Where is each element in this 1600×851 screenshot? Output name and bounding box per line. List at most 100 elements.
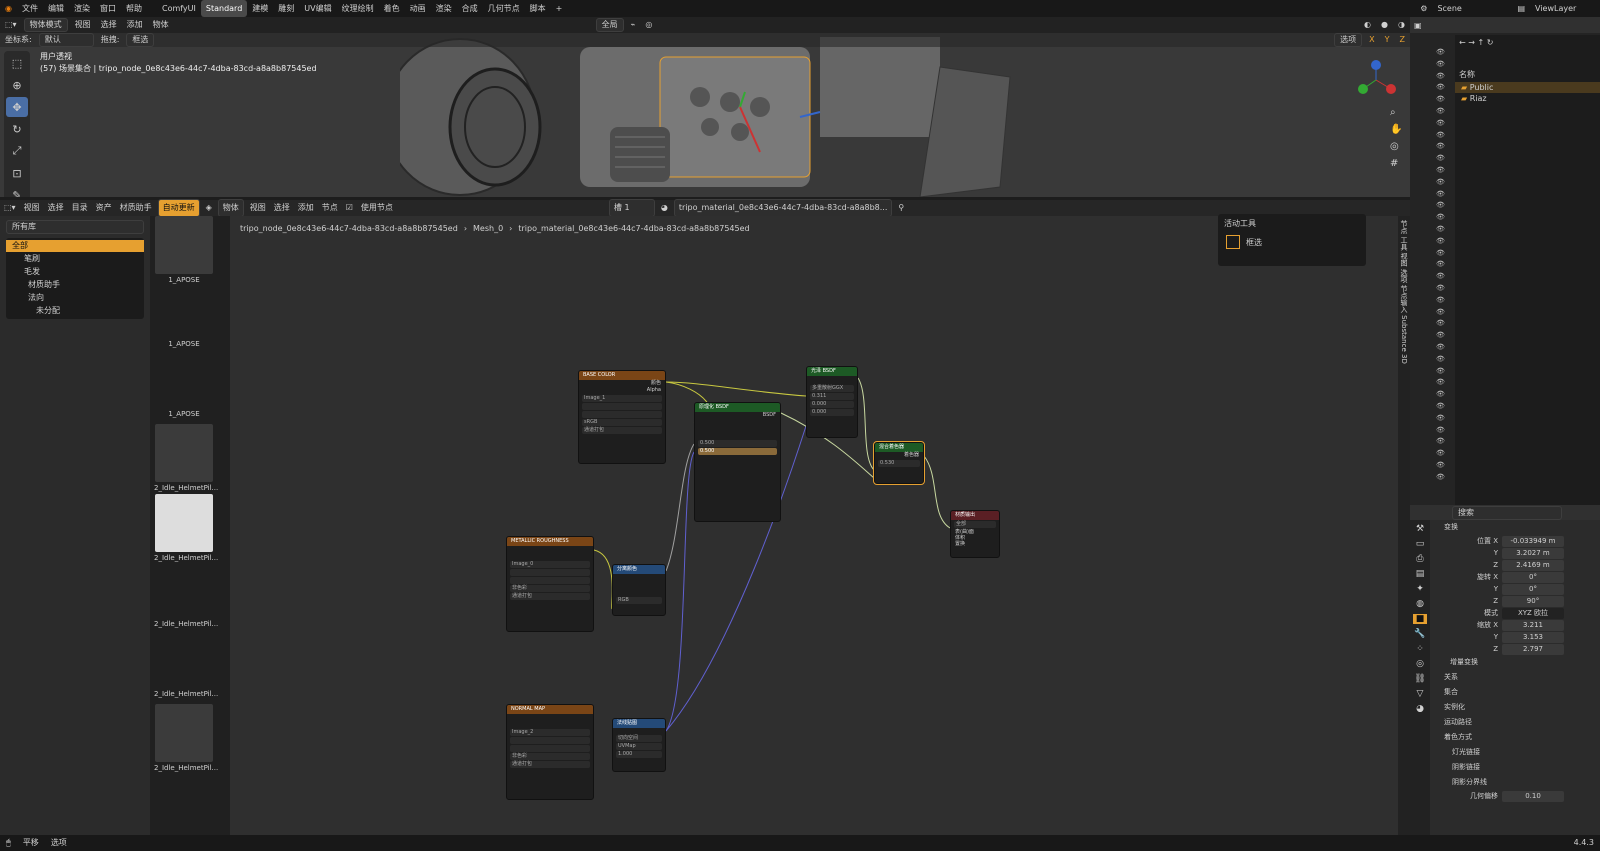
image-field[interactable]: Image_1 bbox=[582, 395, 662, 402]
asset-thumb[interactable]: 2_Idle_HelmetPil... bbox=[154, 620, 218, 628]
proportional-edit-icon[interactable]: ◎ bbox=[640, 18, 657, 32]
projection-field[interactable] bbox=[582, 411, 662, 418]
scale-y[interactable]: 3.153 bbox=[1502, 631, 1564, 643]
tab-rendering[interactable]: 渲染 bbox=[431, 0, 457, 17]
tab-texture-paint[interactable]: 纹理绘制 bbox=[337, 0, 379, 17]
tab-view[interactable]: 视图 bbox=[1400, 252, 1408, 266]
shading-material-icon[interactable]: ◑ bbox=[1393, 18, 1410, 32]
properties-search[interactable]: 搜索 bbox=[1452, 505, 1562, 520]
library-select[interactable]: 所有库 bbox=[6, 220, 144, 234]
value-field[interactable]: 0.311 bbox=[810, 393, 854, 400]
tab-compositing[interactable]: 合成 bbox=[457, 0, 483, 17]
strength-field[interactable]: 1.000 bbox=[616, 751, 662, 758]
tab-shading[interactable]: 着色 bbox=[379, 0, 405, 17]
section-shadow-terminator[interactable]: 阴影分界线 bbox=[1432, 775, 1600, 790]
distribution-field[interactable]: 多重散射GGX bbox=[810, 385, 854, 392]
object-select[interactable]: 物体 bbox=[217, 199, 244, 217]
catalog-item[interactable]: 未分配 bbox=[6, 304, 144, 317]
catalog-item[interactable]: 毛发 bbox=[6, 265, 144, 278]
asset-thumb[interactable]: 2_Idle_HelmetPil... bbox=[154, 690, 218, 698]
section-light-linking[interactable]: 灯光链接 bbox=[1432, 745, 1600, 760]
node-base-color[interactable]: BASE COLOR 颜色 Alpha Image_1 sRGB 通道打包 bbox=[578, 370, 666, 464]
space-field[interactable]: 切向空间 bbox=[616, 735, 662, 742]
asset-thumb[interactable]: 2_Idle_HelmetPil... bbox=[154, 494, 218, 562]
rotation-z[interactable]: 90° bbox=[1502, 595, 1564, 607]
active-tool-title[interactable]: 活动工具 bbox=[1218, 214, 1366, 233]
value-field[interactable]: 0.000 bbox=[810, 409, 854, 416]
tab-tool[interactable]: 工具 bbox=[1400, 236, 1408, 250]
tab-modeling[interactable]: 建模 bbox=[247, 0, 273, 17]
scene-icon[interactable]: ⚙ bbox=[1415, 0, 1432, 17]
asset-thumb[interactable]: 2_Idle_HelmetPil... bbox=[154, 704, 218, 772]
constraints-tab-icon[interactable]: ⛓ bbox=[1414, 674, 1425, 684]
ne-menu-material-helper[interactable]: 材质助手 bbox=[116, 200, 156, 216]
ne-menu-catalog[interactable]: 目录 bbox=[68, 200, 92, 216]
vp-menu-select[interactable]: 选择 bbox=[96, 18, 122, 32]
shading-solid-icon[interactable]: ● bbox=[1376, 18, 1393, 32]
section-relations[interactable]: 关系 bbox=[1432, 670, 1600, 685]
color-space-field[interactable]: 非色彩 bbox=[510, 753, 590, 760]
location-z[interactable]: 2.4169 m bbox=[1502, 559, 1564, 571]
catalog-item[interactable]: 法向 bbox=[6, 291, 144, 304]
menu-edit[interactable]: 编辑 bbox=[43, 0, 69, 17]
section-instancing[interactable]: 实例化 bbox=[1432, 700, 1600, 715]
scene-name[interactable]: Scene bbox=[1432, 0, 1512, 17]
node-principled-bsdf[interactable]: 原理化 BSDF BSDF 0.500 0.500 bbox=[694, 402, 781, 522]
rotation-mode-select[interactable]: XYZ 欧拉 bbox=[1502, 607, 1564, 619]
section-collections[interactable]: 集合 bbox=[1432, 685, 1600, 700]
use-nodes-checkbox[interactable]: ☑ bbox=[342, 200, 357, 216]
mirror-y[interactable]: Y bbox=[1380, 33, 1395, 47]
tool-tab-icon[interactable]: ⚒ bbox=[1416, 524, 1424, 534]
particles-tab-icon[interactable]: ⁘ bbox=[1416, 644, 1424, 654]
editor-type-icon[interactable]: ⬚▾ bbox=[0, 18, 22, 32]
pan-hand-icon[interactable]: ✋ bbox=[1390, 124, 1402, 135]
catalog-item[interactable]: 笔刷 bbox=[6, 252, 144, 265]
view-layer-icon[interactable]: ▤ bbox=[1512, 0, 1530, 17]
node-editor-canvas[interactable]: tripo_node_0e8c43e6-44c7-4dba-83cd-a8a8b… bbox=[230, 216, 1410, 835]
node-metallic-roughness[interactable]: METALLIC ROUGHNESS Image_0 非色彩 通道打包 bbox=[506, 536, 594, 632]
tab-options[interactable]: 选项 bbox=[1400, 269, 1408, 283]
output-tab-icon[interactable]: ⎙ bbox=[1416, 554, 1423, 564]
metallic-field[interactable]: 0.500 bbox=[698, 440, 777, 447]
section-shadow-linking[interactable]: 阴影链接 bbox=[1432, 760, 1600, 775]
node-separate-color[interactable]: 分离颜色 RGB bbox=[612, 564, 666, 616]
section-transform[interactable]: 变换 bbox=[1432, 520, 1600, 535]
node-mix-shader[interactable]: 混合着色器 着色器 0.530 bbox=[873, 441, 925, 485]
tab-geometry-nodes[interactable]: 几何节点 bbox=[483, 0, 525, 17]
rotation-x[interactable]: 0° bbox=[1502, 571, 1564, 583]
image-field[interactable]: Image_0 bbox=[510, 561, 590, 568]
node-normal-map[interactable]: 法线贴图 切向空间 UVMap 1.000 bbox=[612, 718, 666, 772]
interp-field[interactable] bbox=[510, 569, 590, 576]
folder-public[interactable]: ▰ Public bbox=[1455, 82, 1600, 93]
select-box-icon[interactable]: ⬚ bbox=[6, 53, 28, 73]
view-layer-tab-icon[interactable]: ▤ bbox=[1416, 569, 1425, 579]
material-name[interactable]: tripo_material_0e8c43e6-44c7-4dba-83cd-a… bbox=[673, 199, 893, 217]
ne-menu-asset[interactable]: 资产 bbox=[92, 200, 116, 216]
tab-node[interactable]: 节点 bbox=[1400, 220, 1408, 234]
overlay-icon[interactable]: ◐ bbox=[1359, 18, 1376, 32]
alpha-field[interactable]: 通道打包 bbox=[582, 427, 662, 434]
projection-field[interactable] bbox=[510, 577, 590, 584]
mode-select[interactable]: 物体模式 bbox=[23, 18, 68, 32]
ne-menu-select2[interactable]: 选择 bbox=[270, 200, 294, 216]
world-tab-icon[interactable]: ◍ bbox=[1416, 599, 1424, 609]
tab-animation[interactable]: 动画 bbox=[405, 0, 431, 17]
material-tab-icon[interactable]: ◕ bbox=[1416, 704, 1424, 714]
rotate-icon[interactable]: ↻ bbox=[6, 119, 28, 139]
transform-icon[interactable]: ⊡ bbox=[6, 163, 28, 183]
scale-x[interactable]: 3.211 bbox=[1502, 619, 1564, 631]
tab-sculpting[interactable]: 雕刻 bbox=[273, 0, 299, 17]
geo-offset-field[interactable]: 0.10 bbox=[1502, 790, 1564, 802]
asset-thumb[interactable]: 2_Idle_HelmetPil... bbox=[154, 424, 218, 492]
menu-file[interactable]: 文件 bbox=[17, 0, 43, 17]
tab-node-input[interactable]: 节点输入 bbox=[1400, 285, 1408, 313]
back-icon[interactable]: ← → ↑ ↻ bbox=[1455, 35, 1600, 49]
camera-icon[interactable]: ◎ bbox=[1390, 141, 1402, 152]
catalog-item[interactable]: 材质助手 bbox=[6, 278, 144, 291]
mode-field[interactable]: RGB bbox=[616, 597, 662, 604]
physics-tab-icon[interactable]: ◎ bbox=[1416, 659, 1424, 669]
annotate-icon[interactable]: ✎ bbox=[6, 185, 28, 198]
file-browser-icon[interactable]: ▣ bbox=[1414, 21, 1422, 30]
vp-menu-object[interactable]: 物体 bbox=[148, 18, 174, 32]
tab-standard[interactable]: Standard bbox=[200, 0, 248, 17]
